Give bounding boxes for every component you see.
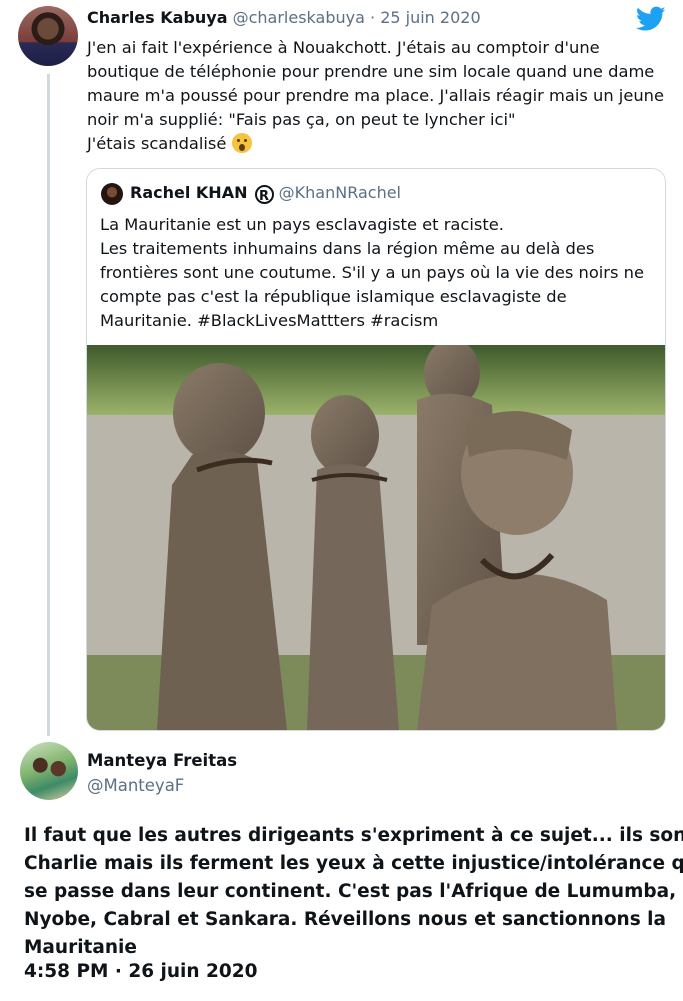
quoted-text: La Mauritanie est un pays esclavagiste e… — [100, 213, 660, 333]
thread-connector-line — [47, 74, 50, 736]
quoted-header: Rachel KHAN R @KhanNRachel — [130, 183, 401, 204]
quoted-tweet[interactable]: Rachel KHAN R @KhanNRachel La Mauritanie… — [86, 168, 666, 731]
tweet-text-line: boutique de téléphonie pour prendre une … — [87, 62, 655, 81]
tweet-text-line: maure m'a poussé pour prendre ma place. … — [87, 86, 665, 105]
quoted-text-line: frontières sont une coutume. S'il y a un… — [100, 263, 644, 282]
twitter-bird-icon — [636, 6, 666, 31]
tweet-text-line: Charlie mais ils ferment les yeux à cett… — [24, 853, 683, 874]
quoted-media-image[interactable] — [87, 345, 665, 730]
tweet-date[interactable]: 25 juin 2020 — [380, 8, 480, 27]
quoted-avatar — [101, 183, 123, 205]
quoted-text-line: La Mauritanie est un pays esclavagiste e… — [100, 215, 504, 234]
quoted-text-line: Les traitements inhumains dans la région… — [100, 239, 595, 258]
tweet-timestamp[interactable]: 4:58 PM · 26 juin 2020 — [24, 961, 257, 982]
avatar[interactable] — [18, 6, 78, 66]
quoted-author-name: Rachel KHAN — [130, 183, 248, 202]
author-name[interactable]: Manteya Freitas — [87, 751, 237, 770]
tweet-text: Il faut que les autres dirigeants s'expr… — [24, 822, 683, 962]
author-handle[interactable]: @ManteyaF — [87, 776, 184, 795]
quoted-handle: @KhanNRachel — [278, 183, 401, 202]
author-handle[interactable]: @charleskabuya — [233, 8, 365, 27]
registered-trademark-icon: R — [254, 185, 274, 204]
tweet-text-line: Il faut que les autres dirigeants s'expr… — [24, 825, 683, 846]
header-separator: · — [370, 8, 376, 27]
tweet-text: J'en ai fait l'expérience à Nouakchott. … — [87, 36, 677, 156]
tweet-text-line: J'étais scandalisé — [87, 132, 677, 156]
tweet-text-line: noir m'a supplié: "Fais pas ça, on peut … — [87, 110, 516, 129]
tweet-header: Charles Kabuya @charleskabuya · 25 juin … — [87, 8, 481, 27]
tweet-text-line: J'en ai fait l'expérience à Nouakchott. … — [87, 38, 600, 57]
author-name[interactable]: Charles Kabuya — [87, 8, 228, 27]
astonished-face-emoji — [231, 133, 252, 153]
tweet-text-line: se passe dans leur continent. C'est pas … — [24, 881, 677, 902]
quoted-text-line: Mauritanie. #BlackLivesMattters #racism — [100, 311, 439, 330]
tweet-text-line-last: J'étais scandalisé — [87, 134, 227, 153]
tweet-text-line: Nyobe, Cabral et Sankara. Réveillons nou… — [24, 909, 666, 930]
quoted-text-line: compte pas c'est la république islamique… — [100, 287, 567, 306]
tweet-text-line: Mauritanie — [24, 937, 137, 958]
avatar[interactable] — [20, 742, 78, 800]
